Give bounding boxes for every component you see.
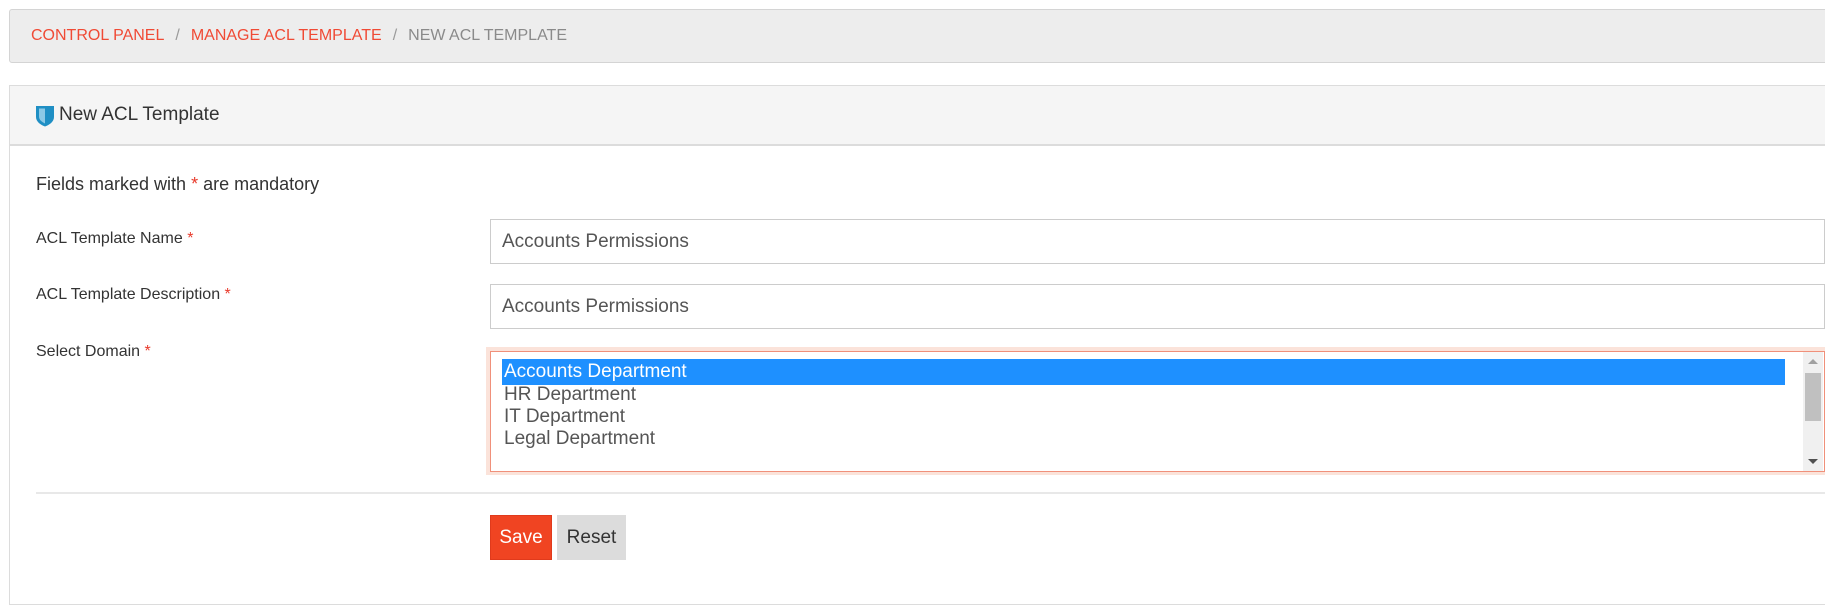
breadcrumb-separator: / (392, 27, 398, 44)
breadcrumb-bar: CONTROL PANEL / MANAGE ACL TEMPLATE / NEW AC… (9, 9, 1825, 63)
domain-option-accounts[interactable]: Accounts Department (502, 359, 1785, 385)
scroll-up-arrow-icon[interactable] (1808, 359, 1818, 364)
acl-template-panel: New ACL Template Fields marked with * ar… (9, 85, 1825, 605)
breadcrumb-current: NEW ACL TEMPLATE (408, 27, 567, 44)
breadcrumb: CONTROL PANEL / MANAGE ACL TEMPLATE / NEW AC… (31, 27, 567, 45)
required-marker: * (187, 230, 194, 247)
form-divider (36, 492, 1825, 494)
mandatory-note-prefix: Fields marked with (36, 174, 187, 194)
template-name-label: ACL Template Name * (36, 230, 193, 248)
select-domain-label: Select Domain * (36, 343, 151, 361)
scroll-down-arrow-icon[interactable] (1808, 459, 1818, 464)
required-marker: * (191, 174, 199, 194)
shield-icon (36, 106, 54, 127)
breadcrumb-manage-acl-template[interactable]: MANAGE ACL TEMPLATE (191, 27, 382, 44)
mandatory-note: Fields marked with * are mandatory (36, 174, 319, 195)
listbox-scrollbar[interactable] (1803, 352, 1823, 471)
panel-header: New ACL Template (10, 86, 1825, 146)
template-name-input[interactable] (490, 219, 1825, 264)
required-marker: * (144, 343, 151, 360)
select-domain-label-text: Select Domain (36, 343, 141, 360)
template-description-label-text: ACL Template Description (36, 286, 221, 303)
save-button[interactable]: Save (490, 515, 552, 560)
template-description-label: ACL Template Description * (36, 286, 231, 304)
panel-title: New ACL Template (59, 104, 220, 125)
breadcrumb-separator: / (175, 27, 180, 44)
scrollbar-thumb[interactable] (1805, 373, 1821, 421)
breadcrumb-control-panel[interactable]: CONTROL PANEL (31, 27, 164, 44)
template-name-label-text: ACL Template Name (36, 230, 183, 247)
mandatory-note-suffix: are mandatory (203, 174, 320, 194)
template-description-input[interactable] (490, 284, 1825, 329)
select-domain-listbox[interactable]: Accounts Department HR Department IT Dep… (490, 351, 1825, 472)
required-marker: * (224, 286, 231, 303)
domain-option-legal[interactable]: Legal Department (502, 426, 655, 452)
reset-button[interactable]: Reset (557, 515, 626, 560)
